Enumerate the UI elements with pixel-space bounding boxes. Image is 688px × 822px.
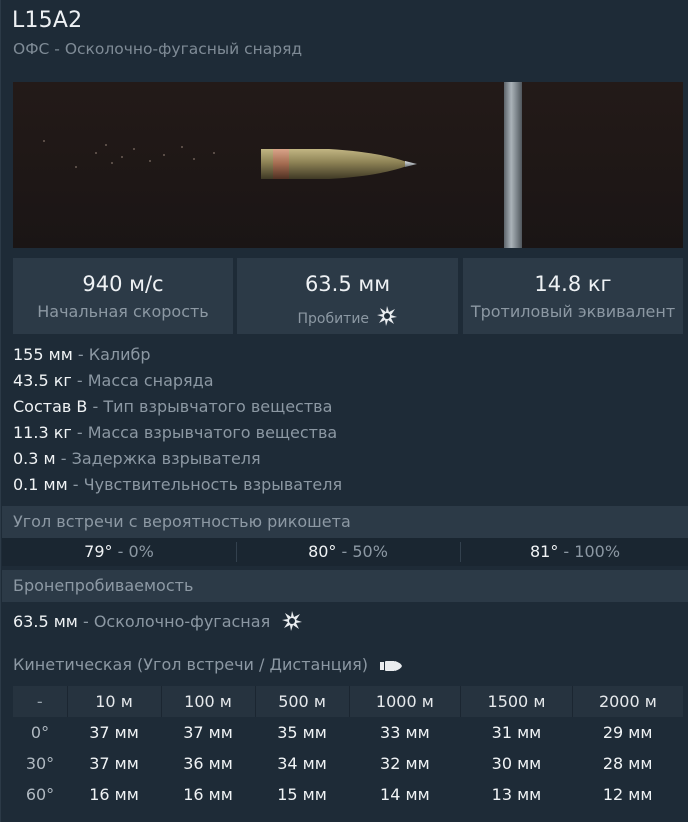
ricochet-chance: 50% <box>352 542 388 561</box>
row-angle: 60° <box>25 785 55 804</box>
property-value: 43.5 кг <box>13 371 72 390</box>
shell-icon <box>380 661 403 671</box>
armor-plate <box>504 82 522 248</box>
property-caliber: 155 мм - Калибр <box>13 344 342 370</box>
table-cell: 12 мм <box>602 785 653 804</box>
stat-penetration: 63.5 мм Пробитие <box>237 258 458 334</box>
table-cell: 13 мм <box>491 785 542 804</box>
kinetic-title: Кинетическая (Угол встречи / Дистанция) <box>13 655 403 674</box>
table-cell: 28 мм <box>602 754 653 773</box>
ricochet-cell: 81° - 100% <box>461 538 688 566</box>
separator: - <box>55 449 72 468</box>
separator: - <box>71 371 88 390</box>
table-cell: 16 мм <box>183 785 233 804</box>
kinetic-penetration-table: - 10 м 100 м 500 м 1000 м 1500 м 2000 м … <box>13 686 683 810</box>
shell-preview-image <box>13 82 683 248</box>
shell-info-panel: L15A2 ОФС - Осколочно-фугасный снаряд 94… <box>0 0 688 822</box>
property-name: Задержка взрывателя <box>71 449 261 468</box>
ricochet-chance: 100% <box>574 542 621 561</box>
property-value: 155 мм <box>13 345 73 364</box>
table-cell: 14 мм <box>380 785 430 804</box>
projectile-icon <box>261 149 417 179</box>
ricochet-header: Угол встречи с вероятностью рикошета <box>2 506 688 538</box>
property-fuse-sensitivity: 0.1 мм - Чувствительность взрывателя <box>13 474 342 500</box>
separator: - <box>112 542 129 561</box>
ricochet-cell: 80° - 50% <box>237 538 459 566</box>
he-name: Осколочно-фугасная <box>93 612 271 631</box>
separator: - <box>71 423 88 442</box>
property-explosive-type: Состав B - Тип взрывчатого вещества <box>13 396 342 422</box>
separator: - <box>87 397 104 416</box>
property-fuse-delay: 0.3 м - Задержка взрывателя <box>13 448 342 474</box>
table-cell: 29 мм <box>602 723 653 742</box>
explosion-icon <box>282 611 303 631</box>
property-value: Состав B <box>13 397 88 416</box>
table-cell: 30 мм <box>491 754 542 773</box>
table-cell: 16 мм <box>89 785 139 804</box>
table-header-row: - 10 м 100 м 500 м 1000 м 1500 м 2000 м <box>13 686 683 717</box>
ricochet-angle: 81° <box>529 542 559 561</box>
table-cell: 36 мм <box>183 754 233 773</box>
property-value: 0.3 м <box>13 449 56 468</box>
table-cell: 35 мм <box>277 723 327 742</box>
separator: - <box>558 542 575 561</box>
separator: - <box>77 612 94 631</box>
stat-label: Начальная скорость <box>37 302 209 321</box>
he-value: 63.5 мм <box>13 612 78 631</box>
ricochet-cell: 79° - 0% <box>2 538 236 566</box>
property-name: Масса снаряда <box>87 371 214 390</box>
he-penetration: 63.5 мм - Осколочно-фугасная <box>13 610 303 632</box>
column-header: 10 м <box>67 686 162 717</box>
table-row: 30° 37 мм 36 мм 34 мм 32 мм 30 мм 28 мм <box>13 748 683 779</box>
table-row: 60° 16 мм 16 мм 15 мм 14 мм 13 мм 12 мм <box>13 779 683 810</box>
ricochet-chance: 0% <box>128 542 154 561</box>
column-header: 1500 м <box>460 686 573 717</box>
row-angle: 30° <box>25 754 55 773</box>
property-name: Масса взрывчатого вещества <box>87 423 338 442</box>
kinetic-title-text: Кинетическая (Угол встречи / Дистанция) <box>13 655 368 674</box>
property-name: Калибр <box>88 345 151 364</box>
table-cell: 33 мм <box>380 723 430 742</box>
ricochet-angle: 80° <box>308 542 337 561</box>
row-angle: 0° <box>30 723 50 742</box>
property-mass: 43.5 кг - Масса снаряда <box>13 370 342 396</box>
shell-title: L15A2 <box>12 8 83 33</box>
property-value: 0.1 мм <box>13 475 68 494</box>
stat-value: 940 м/с <box>82 272 164 296</box>
table-cell: 37 мм <box>89 723 139 742</box>
property-explosive-mass: 11.3 кг - Масса взрывчатого вещества <box>13 422 342 448</box>
table-cell: 37 мм <box>89 754 139 773</box>
table-row: 0° 37 мм 37 мм 35 мм 33 мм 31 мм 29 мм <box>13 717 683 748</box>
separator: - <box>336 542 353 561</box>
property-name: Тип взрывчатого вещества <box>103 397 333 416</box>
ricochet-angle: 79° <box>84 542 113 561</box>
property-name: Чувствительность взрывателя <box>83 475 343 494</box>
penetration-header: Бронепробиваемость <box>2 570 688 602</box>
separator: - <box>72 345 89 364</box>
column-header: 500 м <box>255 686 350 717</box>
column-header: 2000 м <box>572 686 683 717</box>
stat-tnt-equivalent: 14.8 кг Тротиловый эквивалент <box>463 258 683 334</box>
shell-type: ОФС - Осколочно-фугасный снаряд <box>13 40 303 58</box>
properties-list: 155 мм - Калибр 43.5 кг - Масса снаряда … <box>13 344 342 500</box>
column-header: 100 м <box>161 686 256 717</box>
property-value: 11.3 кг <box>13 423 72 442</box>
explosion-icon <box>376 306 397 326</box>
table-cell: 15 мм <box>277 785 327 804</box>
ricochet-row: 79° - 0% 80° - 50% 81° - 100% <box>2 538 688 566</box>
stat-label: Тротиловый эквивалент <box>470 302 676 321</box>
stat-value: 63.5 мм <box>304 272 391 296</box>
table-corner: - <box>13 686 68 717</box>
stat-muzzle-velocity: 940 м/с Начальная скорость <box>13 258 233 334</box>
stat-label-wrap: Пробитие <box>237 305 458 327</box>
table-cell: 34 мм <box>277 754 327 773</box>
separator: - <box>67 475 84 494</box>
table-cell: 37 мм <box>183 723 233 742</box>
stat-value: 14.8 кг <box>534 272 612 296</box>
table-cell: 32 мм <box>380 754 430 773</box>
stat-label: Пробитие <box>297 311 370 327</box>
column-header: 1000 м <box>349 686 462 717</box>
table-cell: 31 мм <box>491 723 542 742</box>
